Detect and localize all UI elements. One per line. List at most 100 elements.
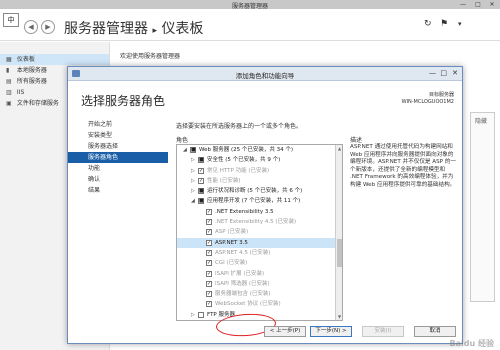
step-before-you-begin[interactable]: 开始之前: [68, 119, 168, 130]
previous-button[interactable]: < 上一步(P): [264, 326, 306, 337]
back-button[interactable]: ◀: [24, 20, 38, 34]
server-icon: ▮: [6, 67, 10, 74]
role-tree-row[interactable]: ▷ ■ 运行状况和诊断 (5 个已安装，共 6 个): [177, 186, 342, 196]
close-window-button[interactable]: ✕: [485, 0, 499, 9]
expand-arrow-icon[interactable]: ▷: [191, 310, 195, 320]
role-tree-row[interactable]: ✓ ASP.NET 3.5: [177, 237, 342, 248]
role-checkbox[interactable]: ✓: [206, 291, 212, 298]
role-checkbox[interactable]: ✓: [206, 260, 212, 267]
role-label: .NET Extensibility 3.5: [215, 208, 274, 215]
cancel-button[interactable]: 取消: [414, 326, 456, 337]
role-checkbox[interactable]: ✓: [206, 239, 212, 246]
role-checkbox[interactable]: ✓: [206, 301, 212, 308]
role-tree-row[interactable]: ✓ ASP (已安装): [177, 227, 342, 237]
sidebar-item-label: 仪表板: [16, 56, 35, 63]
role-checkbox[interactable]: [198, 311, 204, 318]
watermark: Baidu 经验: [449, 339, 494, 348]
role-checkbox[interactable]: ✓: [206, 219, 212, 226]
role-tree-row[interactable]: ✓ .NET Extensibility 4.5 (已安装): [177, 217, 342, 227]
role-tree-row[interactable]: ✓ ASP.NET 4.5 (已安装): [177, 248, 342, 258]
role-checkbox[interactable]: ✓: [206, 280, 212, 287]
storage-icon: ▣: [6, 100, 12, 107]
dashboard-icon: ▦: [6, 56, 12, 63]
role-label: 常见 HTTP 功能 (已安装): [207, 167, 270, 174]
app-header: 中 ◀ ▶ 服务器管理器 ▸ 仪表板 ↻ ⚑ ▾: [0, 9, 500, 41]
forward-button[interactable]: ▶: [41, 20, 55, 34]
step-confirmation[interactable]: 确认: [68, 174, 168, 185]
notification-flag-icon[interactable]: ⚑: [440, 19, 448, 29]
step-server-selection[interactable]: 服务器选择: [68, 141, 168, 152]
role-tree-row[interactable]: ◢ ■ Web 服务器 (25 个已安装，共 34 个): [177, 145, 342, 155]
expand-arrow-icon[interactable]: ▷: [191, 155, 195, 165]
collapse-arrow-icon[interactable]: ◢: [183, 145, 187, 155]
role-label: ISAPI 筛选器 (已安装): [215, 280, 270, 287]
role-tree-row[interactable]: ◢ ■ 应用程序开发 (7 个已安装，共 11 个): [177, 196, 342, 206]
menu-manage[interactable]: ▾: [458, 20, 462, 28]
role-checkbox[interactable]: ■: [198, 157, 204, 164]
roles-tree-rows: ◢ ■ Web 服务器 (25 个已安装，共 34 个) ▷ ■ 安全性 (5 个已安装，…: [177, 145, 342, 320]
step-installation-type[interactable]: 安装类型: [68, 130, 168, 141]
install-button[interactable]: 安装(I): [362, 326, 404, 337]
expand-arrow-icon[interactable]: ▷: [191, 166, 195, 176]
role-tree-row[interactable]: ▷ ✓ 常见 HTTP 功能 (已安装): [177, 166, 342, 176]
next-button[interactable]: 下一步(N) >: [310, 326, 352, 337]
welcome-heading: 欢迎使用服务器管理器: [120, 53, 181, 60]
dialog-maximize-button[interactable]: □: [440, 69, 447, 78]
refresh-icon[interactable]: ↻: [424, 19, 432, 29]
step-features[interactable]: 功能: [68, 163, 168, 174]
role-checkbox[interactable]: ■: [190, 147, 196, 153]
role-checkbox[interactable]: ✓: [198, 177, 204, 184]
minimize-button[interactable]: —: [456, 0, 470, 9]
role-tree-row[interactable]: ✓ 服务器端包含 (已安装): [177, 289, 342, 299]
role-checkbox[interactable]: ■: [198, 198, 204, 205]
window-titlebar: 服务器管理器 — □ ✕: [0, 0, 500, 10]
roles-scrollbar[interactable]: ▲ ▼: [335, 145, 342, 320]
side-panel: 隐藏: [470, 112, 495, 302]
sidebar-item-label: 所有服务器: [16, 78, 47, 85]
role-label: ASP (已安装): [215, 229, 249, 236]
target-server-name: WIN-MCLOGUOO1M2: [401, 99, 454, 105]
role-tree-row[interactable]: ✓ ISAPI 筛选器 (已安装): [177, 279, 342, 289]
role-label: 服务器端包含 (已安装): [215, 291, 271, 298]
scroll-up-icon[interactable]: ▲: [336, 145, 342, 152]
hide-link[interactable]: 隐藏: [475, 116, 490, 125]
role-tree-row[interactable]: ✓ ISAPI 扩展 (已安装): [177, 269, 342, 279]
sidebar-item-label: 文件和存储服务: [16, 100, 59, 107]
role-label: 运行状况和诊断 (5 个已安装，共 6 个): [207, 188, 303, 195]
description-heading: 描述: [350, 137, 363, 144]
scrollbar-thumb[interactable]: [337, 239, 342, 267]
role-tree-row[interactable]: ▷ ✓ 性能 (已安装): [177, 176, 342, 186]
input-method-indicator[interactable]: 中: [3, 13, 19, 27]
sidebar-item-label: 本地服务器: [16, 67, 47, 74]
role-tree-row[interactable]: ✓ CGI (已安装): [177, 258, 342, 268]
expand-arrow-icon[interactable]: ▷: [191, 176, 195, 186]
role-label: Web 服务器 (25 个已安装，共 34 个): [199, 147, 294, 153]
role-checkbox[interactable]: ✓: [206, 249, 212, 256]
expand-arrow-icon[interactable]: ▷: [191, 186, 195, 196]
instruction-text: 选择要安装在所选服务器上的一个或多个角色。: [176, 123, 303, 130]
role-label: ASP.NET 3.5: [215, 239, 248, 246]
roles-tree[interactable]: ◢ ■ Web 服务器 (25 个已安装，共 34 个) ▷ ■ 安全性 (5 个已安装，…: [176, 144, 343, 321]
role-label: .NET Extensibility 4.5 (已安装): [215, 219, 297, 226]
step-server-roles[interactable]: 服务器角色: [68, 152, 168, 163]
role-checkbox[interactable]: ✓: [198, 167, 204, 174]
scroll-down-icon[interactable]: ▼: [336, 313, 342, 320]
role-checkbox[interactable]: ■: [198, 188, 204, 195]
role-tree-row[interactable]: ▷ ■ 安全性 (5 个已安装，共 9 个): [177, 155, 342, 165]
role-checkbox[interactable]: ✓: [206, 208, 212, 215]
collapse-arrow-icon[interactable]: ◢: [191, 196, 195, 206]
maximize-button[interactable]: □: [471, 0, 485, 9]
sidebar-item-label: IIS: [16, 89, 25, 96]
role-tree-row[interactable]: ✓ WebSocket 协议 (已安装): [177, 299, 342, 309]
role-tree-row[interactable]: ✓ .NET Extensibility 3.5: [177, 207, 342, 217]
breadcrumb-separator: ▸: [152, 26, 157, 36]
dialog-minimize-button[interactable]: —: [429, 69, 436, 78]
role-label: WebSocket 协议 (已安装): [215, 301, 281, 308]
sidebar-item-dashboard[interactable]: ▦ 仪表板: [0, 54, 109, 65]
role-checkbox[interactable]: ✓: [206, 229, 212, 236]
role-checkbox[interactable]: ✓: [206, 270, 212, 277]
dialog-title: 添加角色和功能向导: [235, 72, 295, 80]
dialog-close-button[interactable]: ✕: [452, 69, 458, 78]
step-results[interactable]: 结果: [68, 185, 168, 196]
iis-icon: ▥: [6, 89, 12, 96]
